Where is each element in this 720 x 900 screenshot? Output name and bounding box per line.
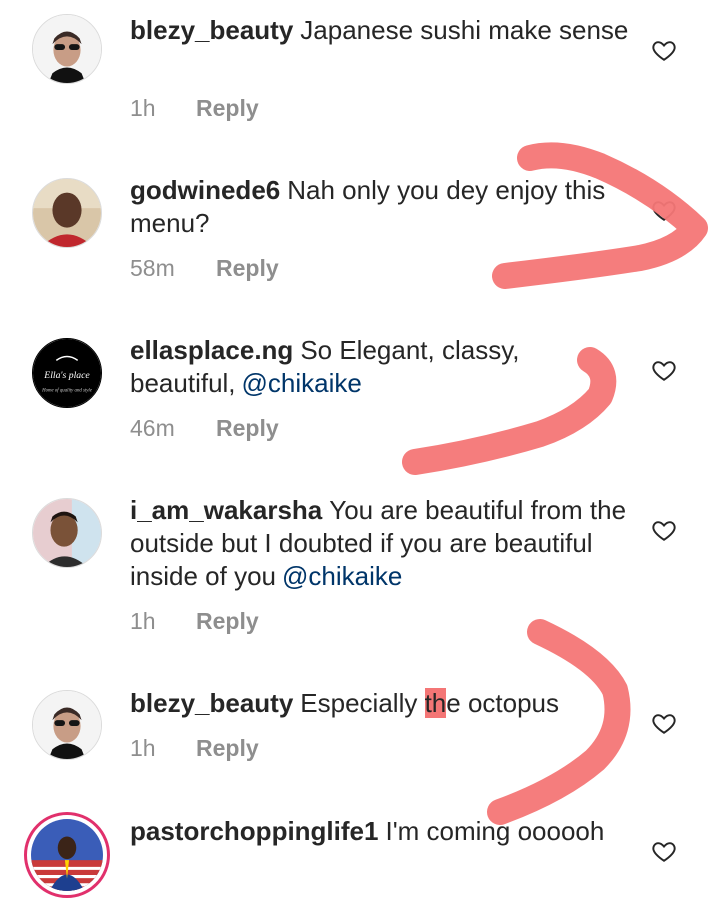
comment-time: 58m	[130, 255, 175, 281]
avatar[interactable]	[24, 812, 110, 898]
heart-outline-icon[interactable]	[651, 37, 677, 63]
comment-text: i_am_wakarsha You are beautiful from the …	[130, 494, 630, 593]
avatar-image	[33, 499, 101, 567]
heart-outline-icon[interactable]	[651, 517, 677, 543]
annotation-marks	[402, 142, 708, 825]
heart-outline-icon[interactable]	[651, 838, 677, 864]
avatar[interactable]	[32, 178, 102, 248]
comment-text: pastorchoppinglife1 I'm coming oooooh	[130, 815, 630, 848]
comment-username[interactable]: blezy_beauty	[130, 15, 293, 45]
avatar[interactable]	[32, 498, 102, 568]
avatar[interactable]: Ella's place Home of quality and style	[32, 338, 102, 408]
comment-meta: 58m Reply	[130, 255, 279, 282]
avatar-text: Ella's place	[43, 370, 90, 381]
avatar[interactable]	[32, 690, 102, 760]
comment-meta: 46m Reply	[130, 415, 279, 442]
avatar-image	[31, 819, 103, 891]
comment-time: 46m	[130, 415, 175, 441]
avatar[interactable]	[32, 14, 102, 84]
comment-meta: 1h Reply	[130, 95, 259, 122]
comment-username[interactable]: i_am_wakarsha	[130, 495, 322, 525]
avatar-image	[33, 15, 101, 83]
heart-outline-icon[interactable]	[651, 357, 677, 383]
comment-username[interactable]: pastorchoppinglife1	[130, 816, 378, 846]
avatar-image: Ella's place Home of quality and style	[33, 339, 101, 407]
heart-outline-icon[interactable]	[651, 197, 677, 223]
comment-username[interactable]: ellasplace.ng	[130, 335, 293, 365]
comment-body: I'm coming oooooh	[385, 816, 605, 846]
avatar-image	[33, 691, 101, 759]
heart-outline-icon[interactable]	[651, 710, 677, 736]
reply-button[interactable]: Reply	[196, 735, 259, 761]
comment-body-start: Especially	[300, 688, 425, 718]
reply-button[interactable]: Reply	[196, 608, 259, 634]
comment-time: 1h	[130, 608, 156, 634]
avatar-subtext: Home of quality and style	[41, 388, 93, 393]
annotation-stroke-3	[487, 619, 631, 825]
comment-text: ellasplace.ng So Elegant, classy, beautif…	[130, 334, 630, 400]
comment-text: blezy_beauty Japanese sushi make sense	[130, 14, 630, 47]
comment-body-end: e octopus	[446, 688, 560, 718]
avatar-image	[33, 179, 101, 247]
comment-time: 1h	[130, 735, 156, 761]
comment-text: blezy_beauty Especially the octopus	[130, 687, 630, 720]
comment-body: Japanese sushi make sense	[300, 15, 629, 45]
reply-button[interactable]: Reply	[216, 255, 279, 281]
reply-button[interactable]: Reply	[216, 415, 279, 441]
reply-button[interactable]: Reply	[196, 95, 259, 121]
comment-meta: 1h Reply	[130, 608, 259, 635]
comment-time: 1h	[130, 95, 156, 121]
highlighted-text: th	[424, 688, 447, 718]
comment-text: godwinede6 Nah only you dey enjoy this me…	[130, 174, 630, 240]
comment-username[interactable]: godwinede6	[130, 175, 280, 205]
comment-meta: 1h Reply	[130, 735, 259, 762]
mention-link[interactable]: @chikaike	[242, 368, 362, 398]
comment-username[interactable]: blezy_beauty	[130, 688, 293, 718]
mention-link[interactable]: @chikaike	[282, 561, 402, 591]
